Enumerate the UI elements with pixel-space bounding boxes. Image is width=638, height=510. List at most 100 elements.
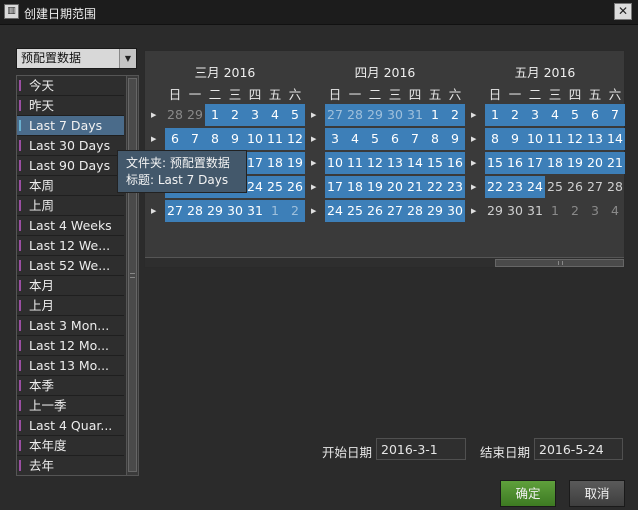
calendar-day[interactable]: 4 bbox=[345, 128, 365, 150]
calendar-day[interactable]: 3 bbox=[325, 128, 345, 150]
week-select-arrow-icon[interactable]: ▶ bbox=[471, 177, 477, 197]
calendar-day[interactable]: 23 bbox=[505, 176, 525, 198]
calendar-day[interactable]: 22 bbox=[485, 176, 505, 198]
calendar-day[interactable]: 19 bbox=[365, 176, 385, 198]
calendar-day[interactable]: 21 bbox=[405, 176, 425, 198]
calendar-day[interactable]: 27 bbox=[385, 200, 405, 222]
calendar-day[interactable]: 1 bbox=[265, 200, 285, 222]
range-list-item[interactable]: 今天 bbox=[17, 76, 124, 96]
week-select-arrow-icon[interactable]: ▶ bbox=[311, 201, 317, 221]
calendar-day[interactable]: 8 bbox=[425, 128, 445, 150]
calendar-day[interactable]: 31 bbox=[525, 200, 545, 222]
calendar-day[interactable]: 28 bbox=[345, 104, 365, 126]
calendar-day[interactable]: 27 bbox=[585, 176, 605, 198]
calendar-day[interactable]: 2 bbox=[565, 200, 585, 222]
list-scroll-thumb[interactable] bbox=[128, 78, 137, 472]
calendar-day[interactable]: 29 bbox=[205, 200, 225, 222]
calendar-day[interactable]: 1 bbox=[485, 104, 505, 126]
range-list-item[interactable]: 本年度 bbox=[17, 436, 124, 456]
week-select-arrow-icon[interactable]: ▶ bbox=[471, 129, 477, 149]
calendar-day[interactable]: 3 bbox=[245, 104, 265, 126]
calendar-day[interactable]: 10 bbox=[525, 128, 545, 150]
calendar-day[interactable]: 30 bbox=[505, 200, 525, 222]
calendar-day[interactable]: 17 bbox=[525, 152, 545, 174]
range-list-item[interactable]: Last 4 Weeks bbox=[17, 216, 124, 236]
calendar-day[interactable]: 6 bbox=[385, 128, 405, 150]
range-list-item[interactable]: Last 52 We... bbox=[17, 256, 124, 276]
calendar-day[interactable]: 29 bbox=[485, 200, 505, 222]
calendar-day[interactable]: 28 bbox=[605, 176, 625, 198]
calendar-day[interactable]: 1 bbox=[545, 200, 565, 222]
range-list-item[interactable]: 上月 bbox=[17, 296, 124, 316]
calendar-day[interactable]: 17 bbox=[325, 176, 345, 198]
calendar-day[interactable]: 1 bbox=[205, 104, 225, 126]
folder-dropdown[interactable]: 预配置数据 ▼ bbox=[16, 48, 137, 69]
calendar-day[interactable]: 2 bbox=[285, 200, 305, 222]
calendar-day[interactable]: 26 bbox=[285, 176, 305, 198]
calendar-day[interactable]: 5 bbox=[565, 104, 585, 126]
calendar-day[interactable]: 18 bbox=[345, 176, 365, 198]
week-select-arrow-icon[interactable]: ▶ bbox=[471, 201, 477, 221]
calendar-day[interactable]: 13 bbox=[385, 152, 405, 174]
calendar-day[interactable]: 27 bbox=[165, 200, 185, 222]
calendar-day[interactable]: 10 bbox=[245, 128, 265, 150]
ok-button[interactable]: 确定 bbox=[500, 480, 556, 507]
calendar-day[interactable]: 23 bbox=[445, 176, 465, 198]
calendar-day[interactable]: 18 bbox=[265, 152, 285, 174]
week-select-arrow-icon[interactable]: ▶ bbox=[311, 105, 317, 125]
week-select-arrow-icon[interactable]: ▶ bbox=[151, 201, 157, 221]
calendar-day[interactable]: 4 bbox=[545, 104, 565, 126]
calendar-day[interactable]: 12 bbox=[565, 128, 585, 150]
calendar-day[interactable]: 25 bbox=[345, 200, 365, 222]
calendar-day[interactable]: 29 bbox=[425, 200, 445, 222]
calendar-day[interactable]: 27 bbox=[325, 104, 345, 126]
calendar-day[interactable]: 5 bbox=[365, 128, 385, 150]
cancel-button[interactable]: 取消 bbox=[569, 480, 625, 507]
calendar-day[interactable]: 28 bbox=[165, 104, 185, 126]
calendar-day[interactable]: 15 bbox=[425, 152, 445, 174]
calendar-day[interactable]: 16 bbox=[505, 152, 525, 174]
close-button[interactable]: ✕ bbox=[614, 3, 632, 20]
calendar-day[interactable]: 11 bbox=[345, 152, 365, 174]
calendar-day[interactable]: 8 bbox=[205, 128, 225, 150]
calendar-day[interactable]: 1 bbox=[425, 104, 445, 126]
calendar-day[interactable]: 29 bbox=[365, 104, 385, 126]
calendar-day[interactable]: 24 bbox=[325, 200, 345, 222]
week-select-arrow-icon[interactable]: ▶ bbox=[471, 105, 477, 125]
range-list-item[interactable]: 上周 bbox=[17, 196, 124, 216]
calendar-day[interactable]: 20 bbox=[385, 176, 405, 198]
end-date-input[interactable] bbox=[534, 438, 623, 460]
calendar-day[interactable]: 13 bbox=[585, 128, 605, 150]
calendar-day[interactable]: 9 bbox=[445, 128, 465, 150]
calendar-day[interactable]: 17 bbox=[245, 152, 265, 174]
calendar-day[interactable]: 25 bbox=[545, 176, 565, 198]
calendar-day[interactable]: 11 bbox=[545, 128, 565, 150]
calendar-day[interactable]: 5 bbox=[285, 104, 305, 126]
chevron-down-icon[interactable]: ▼ bbox=[119, 49, 136, 68]
range-list-item[interactable]: 本月 bbox=[17, 276, 124, 296]
calendar-day[interactable]: 19 bbox=[285, 152, 305, 174]
calendar-day[interactable]: 20 bbox=[585, 152, 605, 174]
range-list-item[interactable]: 昨天 bbox=[17, 96, 124, 116]
calendar-day[interactable]: 28 bbox=[405, 200, 425, 222]
range-list-item[interactable]: Last 12 Mo... bbox=[17, 336, 124, 356]
calendar-day[interactable]: 22 bbox=[425, 176, 445, 198]
calendar-day[interactable]: 14 bbox=[605, 128, 625, 150]
calendar-day[interactable]: 31 bbox=[405, 104, 425, 126]
calendar-day[interactable]: 26 bbox=[365, 200, 385, 222]
calendar-day[interactable]: 30 bbox=[445, 200, 465, 222]
calendar-day[interactable]: 2 bbox=[445, 104, 465, 126]
calendar-day[interactable]: 21 bbox=[605, 152, 625, 174]
calendar-day[interactable]: 18 bbox=[545, 152, 565, 174]
calendar-day[interactable]: 4 bbox=[605, 200, 625, 222]
calendar-day[interactable]: 4 bbox=[265, 104, 285, 126]
week-select-arrow-icon[interactable]: ▶ bbox=[471, 153, 477, 173]
calendar-scroll-thumb[interactable] bbox=[495, 259, 624, 267]
start-date-input[interactable] bbox=[376, 438, 466, 460]
week-select-arrow-icon[interactable]: ▶ bbox=[151, 105, 157, 125]
calendar-day[interactable]: 3 bbox=[585, 200, 605, 222]
calendar-day[interactable]: 15 bbox=[485, 152, 505, 174]
range-list-item[interactable]: 上一季 bbox=[17, 396, 124, 416]
calendar-day[interactable]: 12 bbox=[365, 152, 385, 174]
week-select-arrow-icon[interactable]: ▶ bbox=[311, 153, 317, 173]
